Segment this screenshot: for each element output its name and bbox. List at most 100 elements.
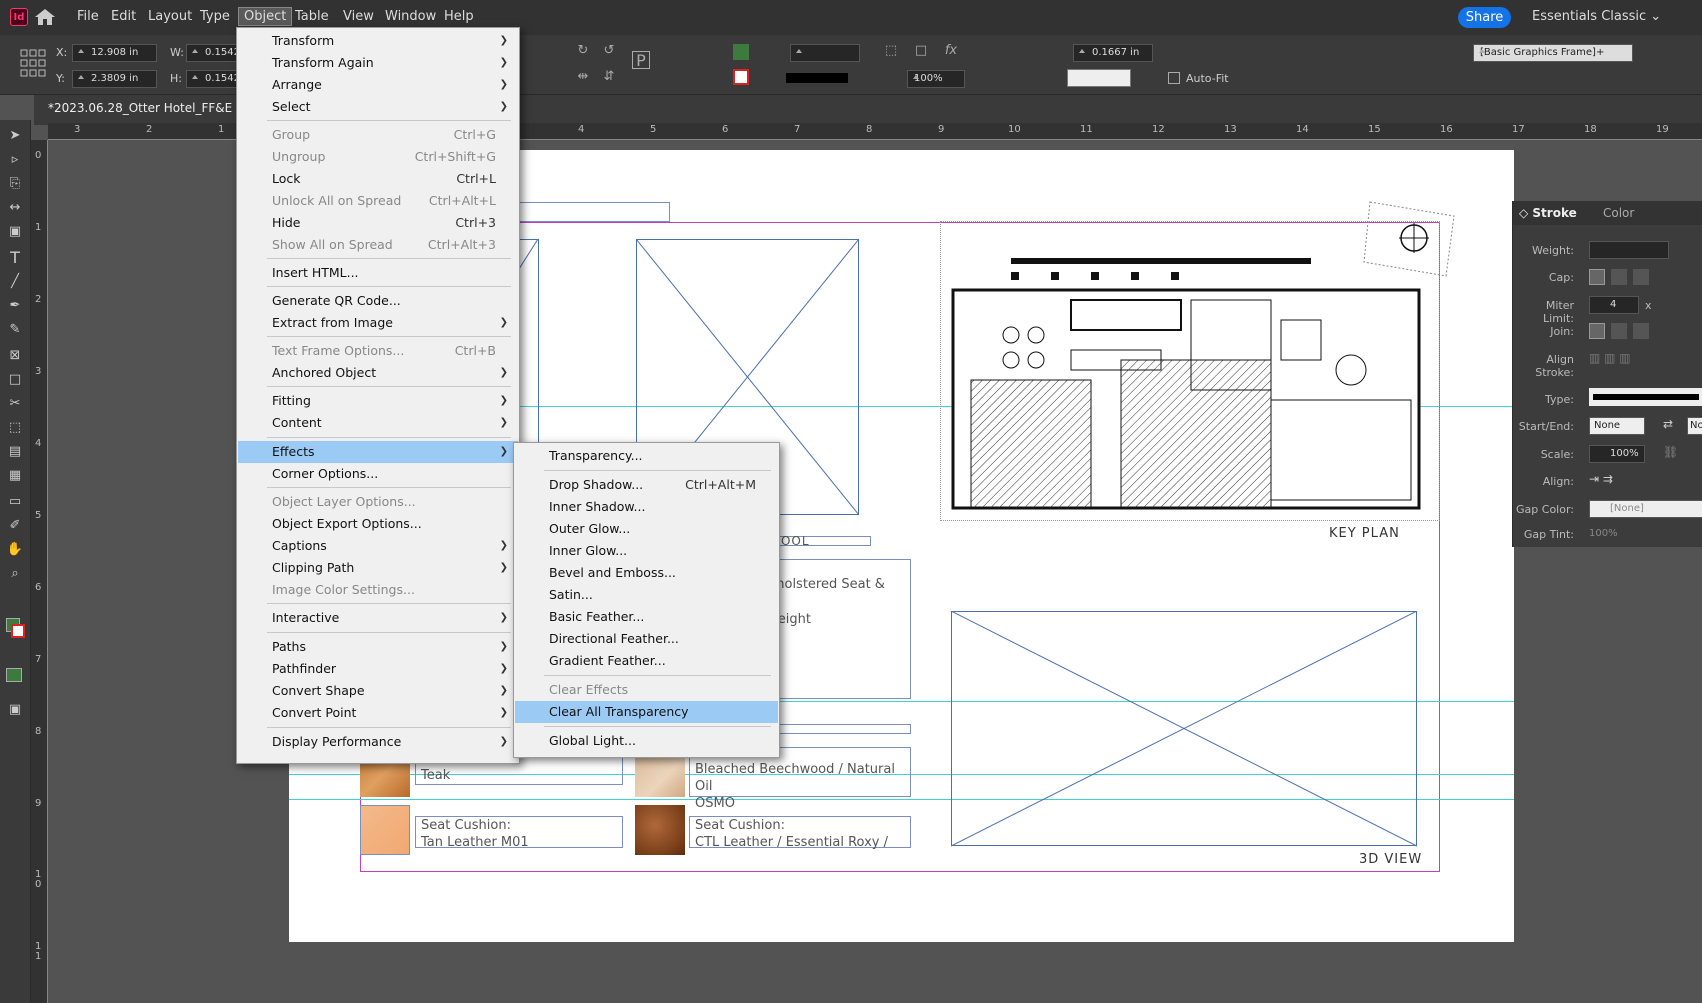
- x-field[interactable]: 12.908 in: [72, 44, 157, 62]
- menu-item-anchored-object[interactable]: Anchored Object ❯: [238, 362, 518, 384]
- frame-preview-swatch[interactable]: [1067, 69, 1131, 87]
- tab-color[interactable]: Color: [1603, 206, 1634, 220]
- note-tool-icon[interactable]: ▭: [5, 492, 25, 512]
- weight-field[interactable]: [1589, 241, 1669, 259]
- free-transform-tool-icon[interactable]: ⬚: [5, 418, 25, 438]
- fill-swatch[interactable]: [733, 44, 749, 60]
- end-select[interactable]: No: [1687, 417, 1702, 435]
- direct-selection-tool-icon[interactable]: ▹: [5, 150, 25, 170]
- menu-item-basic-feather[interactable]: Basic Feather...: [515, 606, 778, 628]
- pencil-tool-icon[interactable]: ✎: [5, 320, 25, 340]
- miter-limit-field[interactable]: 4: [1589, 296, 1639, 314]
- fx-icon[interactable]: fx: [942, 42, 960, 60]
- menu-item-pathfinder[interactable]: Pathfinder ❯: [238, 658, 518, 680]
- menu-layout[interactable]: Layout: [143, 8, 197, 25]
- menu-item-corner-options[interactable]: Corner Options...: [238, 463, 518, 485]
- ctl-leather-swatch-image[interactable]: [635, 805, 685, 855]
- 3d-view-label[interactable]: 3D VIEW: [1359, 852, 1422, 867]
- autofit-checkbox[interactable]: [1168, 72, 1180, 84]
- stroke-type-select[interactable]: [1589, 388, 1702, 406]
- menu-item-extract-from-image[interactable]: Extract from Image ❯: [238, 312, 518, 334]
- menu-item-effects[interactable]: Effects ❯: [238, 441, 518, 463]
- north-arrow-frame[interactable]: [1362, 188, 1458, 280]
- flip-vertical-icon[interactable]: ⇵: [600, 68, 618, 86]
- stroke-swatch[interactable]: [733, 69, 749, 85]
- hand-tool-icon[interactable]: ✋: [5, 540, 25, 560]
- h-field[interactable]: 0.1542: [186, 70, 240, 88]
- link-scale-icon[interactable]: ⛓: [1663, 445, 1678, 459]
- page-tool-icon[interactable]: ⎘: [5, 174, 25, 194]
- menu-item-lock[interactable]: Lock Ctrl+L: [238, 168, 518, 190]
- menu-item-transform-again[interactable]: Transform Again ❯: [238, 52, 518, 74]
- y-field[interactable]: 2.3809 in: [72, 70, 157, 88]
- rectangle-frame-tool-icon[interactable]: ⊠: [5, 346, 25, 366]
- zoom-tool-icon[interactable]: ⌕: [5, 564, 25, 584]
- stroke-color-icon[interactable]: [11, 624, 25, 638]
- menu-item-inner-shadow[interactable]: Inner Shadow...: [515, 496, 778, 518]
- menu-type[interactable]: Type: [195, 8, 235, 25]
- round-join-icon[interactable]: [1611, 323, 1627, 339]
- vertical-ruler[interactable]: 0 1 2 3 4 5 6 7 8 9 1 0 1 1: [31, 140, 48, 1003]
- menu-item-select[interactable]: Select ❯: [238, 96, 518, 118]
- menu-item-convert-shape[interactable]: Convert Shape ❯: [238, 680, 518, 702]
- menu-item-clear-all-transparency[interactable]: Clear All Transparency: [515, 701, 778, 723]
- menu-item-unlock-all-on-spread[interactable]: Unlock All on Spread Ctrl+Alt+L: [238, 190, 518, 212]
- projecting-cap-icon[interactable]: [1633, 269, 1649, 285]
- menu-item-display-performance[interactable]: Display Performance ❯: [238, 731, 518, 753]
- stroke-weight-value-field[interactable]: 0.1667 in: [1073, 44, 1153, 62]
- menu-item-gradient-feather[interactable]: Gradient Feather...: [515, 650, 778, 672]
- w-field[interactable]: 0.1542: [186, 44, 240, 62]
- swap-icon[interactable]: ⇄: [1663, 417, 1673, 431]
- butt-cap-icon[interactable]: [1589, 269, 1605, 285]
- align-icons[interactable]: ⇥ ⇉: [1589, 472, 1613, 486]
- type-tool-icon[interactable]: T: [5, 248, 25, 268]
- start-select[interactable]: None: [1589, 417, 1645, 435]
- bevel-join-icon[interactable]: [1633, 323, 1649, 339]
- menu-item-content[interactable]: Content ❯: [238, 412, 518, 434]
- gap-color-select[interactable]: [None]: [1589, 500, 1702, 518]
- menu-item-global-light[interactable]: Global Light...: [515, 730, 778, 752]
- miter-join-icon[interactable]: [1589, 323, 1605, 339]
- menu-item-group[interactable]: Group Ctrl+G: [238, 124, 518, 146]
- 3d-view-placeholder-frame[interactable]: [951, 611, 1417, 847]
- scissors-tool-icon[interactable]: ✂: [5, 394, 25, 414]
- menu-item-clear-effects[interactable]: Clear Effects: [515, 679, 778, 701]
- menu-item-fitting[interactable]: Fitting ❯: [238, 390, 518, 412]
- spec-text-frame[interactable]: pholstered Seat & Height: [761, 559, 911, 699]
- menu-item-text-frame-options[interactable]: Text Frame Options... Ctrl+B: [238, 340, 518, 362]
- fit-frame-icon[interactable]: ⬚: [882, 42, 900, 60]
- flip-horizontal-icon[interactable]: ⇹: [574, 68, 592, 86]
- rotate-cw-icon[interactable]: ↻: [574, 42, 592, 60]
- gradient-swatch-tool-icon[interactable]: ▤: [5, 442, 25, 462]
- menu-item-object-export-options[interactable]: Object Export Options...: [238, 513, 518, 535]
- menu-item-transparency[interactable]: Transparency...: [515, 445, 778, 467]
- menu-item-directional-feather[interactable]: Directional Feather...: [515, 628, 778, 650]
- pen-tool-icon[interactable]: ✒: [5, 296, 25, 316]
- menu-object[interactable]: Object: [238, 7, 293, 26]
- cushion-right-text[interactable]: Seat Cushion: CTL Leather / Essential Ro…: [689, 816, 911, 850]
- object-style-select[interactable]: [Basic Graphics Frame]+: [1473, 44, 1633, 62]
- tab-stroke[interactable]: ◇ Stroke: [1519, 206, 1577, 220]
- eyedropper-tool-icon[interactable]: ✐: [5, 516, 25, 536]
- rectangle-tool-icon[interactable]: □: [5, 370, 25, 390]
- tan-leather-swatch-image[interactable]: [360, 805, 410, 855]
- content-collector-icon[interactable]: ▣: [5, 222, 25, 242]
- share-button[interactable]: Share: [1458, 7, 1511, 28]
- opacity-field[interactable]: 100%: [907, 70, 965, 88]
- align-stroke-icons[interactable]: ▥ ▥ ▥: [1589, 351, 1659, 367]
- menu-item-captions[interactable]: Captions ❯: [238, 535, 518, 557]
- menu-table[interactable]: Table: [290, 8, 334, 25]
- menu-item-arrange[interactable]: Arrange ❯: [238, 74, 518, 96]
- scale-field[interactable]: 100%: [1589, 445, 1645, 463]
- home-icon[interactable]: [34, 8, 56, 26]
- menu-item-paths[interactable]: Paths ❯: [238, 636, 518, 658]
- menu-item-transform[interactable]: Transform ❯: [238, 30, 518, 52]
- text-frame-p-icon[interactable]: P: [632, 51, 650, 70]
- reference-point-icon[interactable]: [20, 49, 46, 79]
- menu-item-show-all-on-spread[interactable]: Show All on Spread Ctrl+Alt+3: [238, 234, 518, 256]
- preview-mode-icon[interactable]: ▣: [5, 700, 25, 720]
- menu-item-interactive[interactable]: Interactive ❯: [238, 607, 518, 629]
- apply-color-icon[interactable]: [6, 668, 22, 682]
- gap-tint-value[interactable]: 100%: [1589, 528, 1618, 539]
- workspace-switcher[interactable]: Essentials Classic ⌄: [1532, 9, 1661, 24]
